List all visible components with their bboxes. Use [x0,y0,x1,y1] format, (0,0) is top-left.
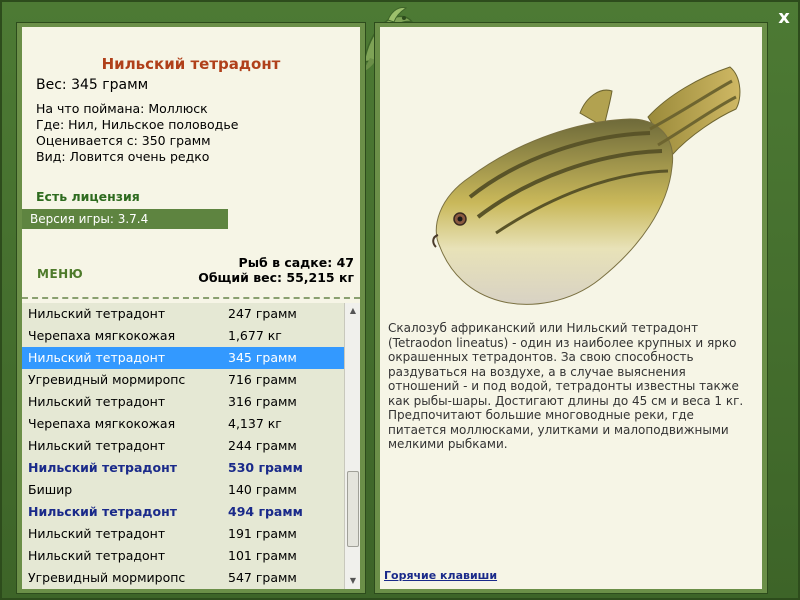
fish-rarity: Вид: Ловится очень редко [36,149,210,164]
list-item[interactable]: Бишир 140 грамм [22,479,344,501]
list-item[interactable]: Нильский тетрадонт 101 грамм [22,545,344,567]
list-item[interactable]: Нильский тетрадонт 191 грамм [22,523,344,545]
list-item-weight: 4,137 кг [228,416,282,431]
catch-total-weight: Общий вес: 55,215 кг [198,270,354,285]
fish-description-panel: Скалозуб африканский или Нильский тетрад… [374,22,768,594]
list-item-name: Нильский тетрадонт [28,526,166,541]
fish-weight: Вес: 345 грамм [36,77,149,93]
list-item[interactable]: Нильский тетрадонт 316 грамм [22,391,344,413]
fish-info-panel: Нильский тетрадонт Вес: 345 грамм На что… [16,22,366,594]
list-scrollbar[interactable]: ▲ ▼ [344,303,360,589]
scroll-down-icon[interactable]: ▼ [345,573,361,589]
list-item-name: Черепаха мягкокожая [28,416,176,431]
list-item-weight: 345 грамм [228,350,297,365]
list-item[interactable]: Нильский тетрадонт 244 грамм [22,435,344,457]
hotkeys-link[interactable]: Горячие клавиши [384,569,497,582]
list-item-weight: 547 грамм [228,570,297,585]
close-button[interactable]: x [772,6,796,30]
list-item-weight: 316 грамм [228,394,297,409]
list-item-name: Угревидный мормиропс [28,372,186,387]
list-item-weight: 530 грамм [228,460,303,475]
list-item-name: Бишир [28,482,73,497]
license-status: Есть лицензия [36,189,140,204]
fish-details: На что поймана: Моллюск Где: Нил, Нильск… [36,101,238,165]
catch-count: Рыб в садке: 47 [238,255,354,270]
list-item-name: Черепаха мягкокожая [28,328,176,343]
list-item-name: Нильский тетрадонт [28,394,166,409]
list-item-name: Нильский тетрадонт [28,438,166,453]
fish-title: Нильский тетрадонт [101,55,281,73]
list-item[interactable]: Черепаха мягкокожая 1,677 кг [22,325,344,347]
fish-description: Скалозуб африканский или Нильский тетрад… [388,321,744,451]
fish-value: Оценивается с: 350 грамм [36,133,211,148]
pufferfish-image [432,66,741,305]
list-item[interactable]: Нильский тетрадонт 345 грамм [22,347,344,369]
list-item-name: Нильский тетрадонт [28,548,166,563]
list-item-weight: 1,677 кг [228,328,282,343]
list-item[interactable]: Угревидный мормиропс 547 грамм [22,567,344,589]
list-item-weight: 101 грамм [228,548,297,563]
scroll-up-icon[interactable]: ▲ [345,303,361,319]
list-item-name: Нильский тетрадонт [28,504,177,519]
catch-list: Нильский тетрадонт 247 грамм Черепаха мягк… [22,303,344,589]
list-item[interactable]: Угревидный мормиропс 716 грамм [22,369,344,391]
divider [22,297,360,299]
list-item[interactable]: Нильский тетрадонт 530 грамм [22,457,344,479]
list-item[interactable]: Черепаха мягкокожая 4,137 кг [22,413,344,435]
list-item-name: Нильский тетрадонт [28,460,177,475]
list-item-weight: 244 грамм [228,438,297,453]
catch-stats: Рыб в садке: 47 Общий вес: 55,215 кг [198,255,354,285]
list-item-weight: 716 грамм [228,372,297,387]
list-item-name: Угревидный мормиропс [28,570,186,585]
list-item-weight: 247 грамм [228,306,297,321]
fish-location: Где: Нил, Нильское половодье [36,117,239,132]
scroll-thumb[interactable] [347,471,359,547]
list-item[interactable]: Нильский тетрадонт 247 грамм [22,303,344,325]
fish-bait: На что поймана: Моллюск [36,101,208,116]
list-item-weight: 494 грамм [228,504,303,519]
menu-button[interactable]: МЕНЮ [37,267,83,281]
list-item-name: Нильский тетрадонт [28,306,166,321]
window-frame: x Нильский тетрадонт Вес: 345 грамм На ч… [0,0,800,600]
version-label: Версия игры: 3.7.4 [22,209,228,229]
list-item[interactable]: Нильский тетрадонт 494 грамм [22,501,344,523]
list-item-name: Нильский тетрадонт [28,350,166,365]
list-item-weight: 140 грамм [228,482,297,497]
list-item-weight: 191 грамм [228,526,297,541]
